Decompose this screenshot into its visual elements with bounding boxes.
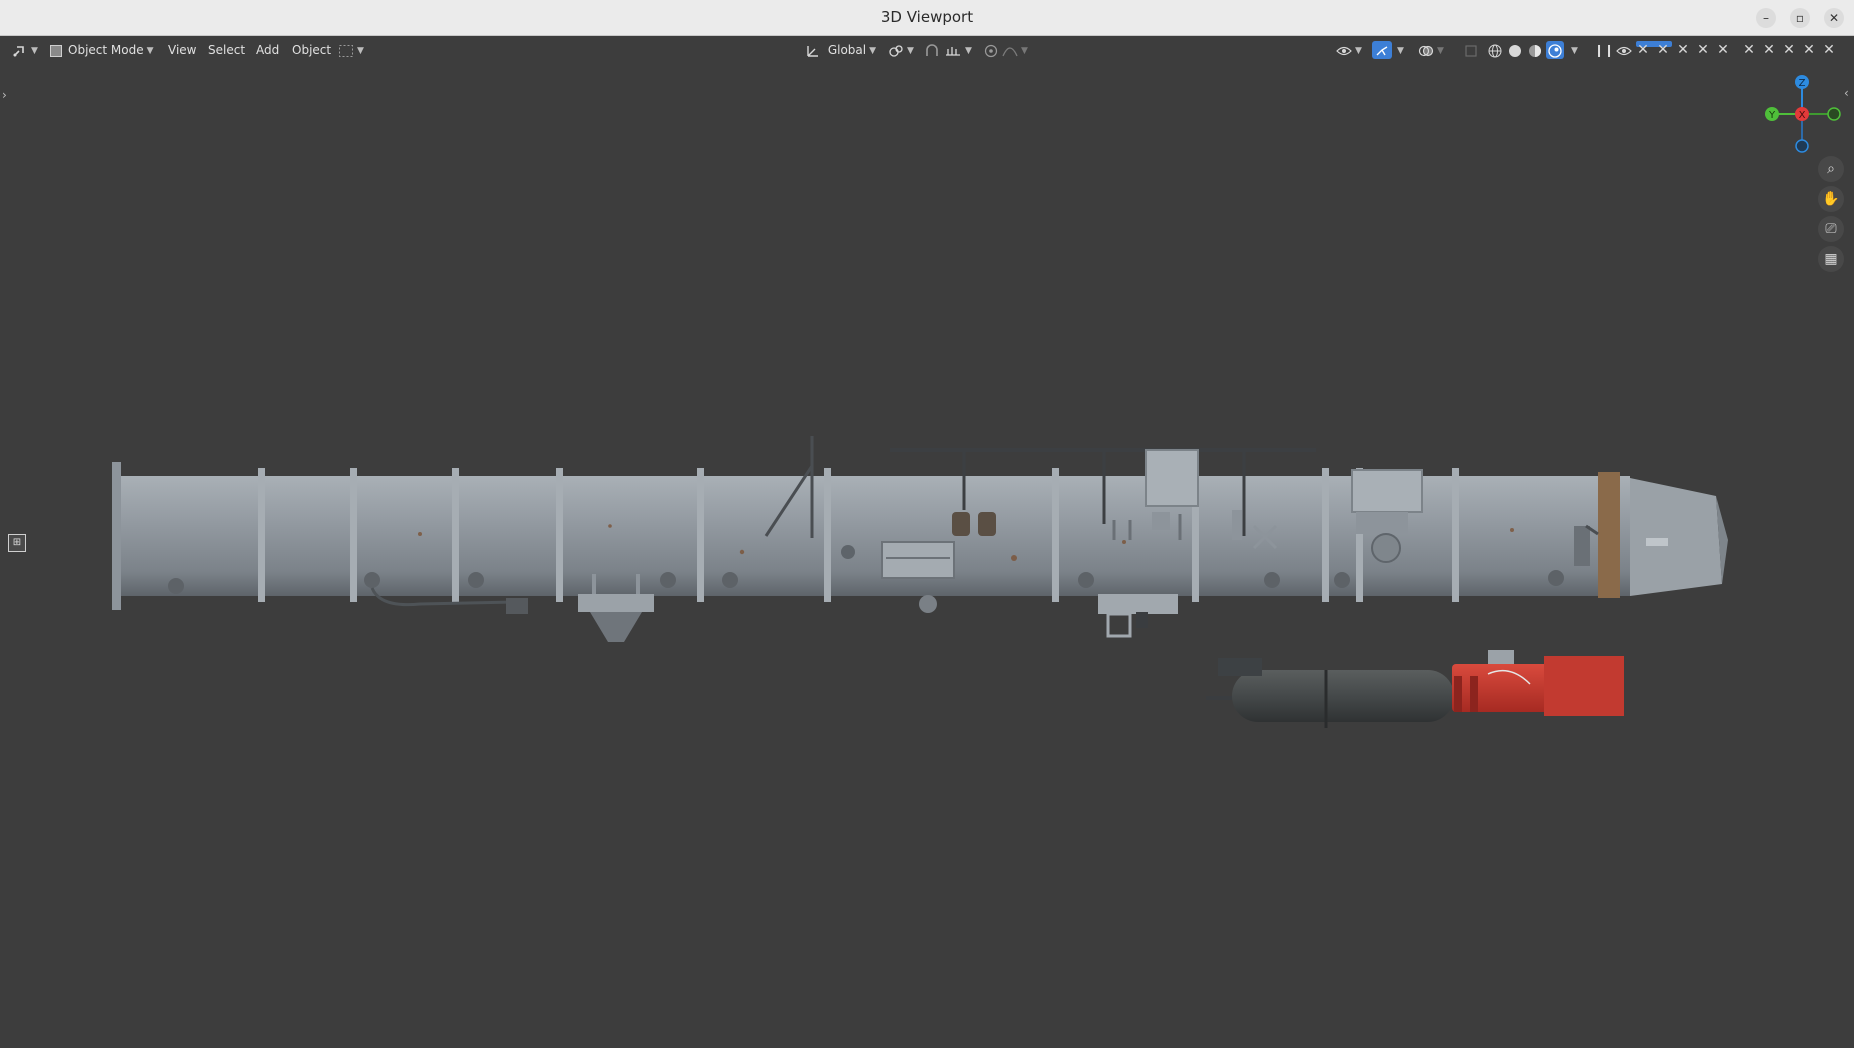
orientation-axes-icon xyxy=(807,45,818,57)
object-visibility-toggle[interactable] xyxy=(1616,41,1632,59)
toggle-x-9[interactable]: ✕ xyxy=(1802,43,1816,57)
tank-mount xyxy=(1218,658,1262,676)
pivot-icon xyxy=(889,44,903,57)
chevron-down-icon: ▼ xyxy=(31,45,38,56)
copper-band xyxy=(1598,472,1620,598)
window-title: 3D Viewport xyxy=(880,8,974,26)
chevron-down-icon: ▼ xyxy=(1571,45,1578,56)
toggle-x-10[interactable]: ✕ xyxy=(1822,43,1836,57)
select-box-mode[interactable]: ▼ xyxy=(338,41,364,59)
snap-icon xyxy=(926,43,938,56)
chevron-down-icon: ▼ xyxy=(146,45,154,56)
hatch xyxy=(841,545,855,559)
toggle-x-3[interactable]: ✕ xyxy=(1676,43,1690,57)
pivot-point-selector[interactable]: ▼ xyxy=(888,41,914,59)
chevron-down-icon: ▼ xyxy=(1397,45,1404,56)
viewport-header: ▼ Object Mode ▼ View Select Add Object ▼ … xyxy=(0,36,1854,64)
bracket-clamp xyxy=(1136,612,1148,628)
orientation-label: Global xyxy=(827,43,867,57)
xray-toggle[interactable] xyxy=(1464,41,1478,59)
snap-toggle[interactable] xyxy=(924,41,940,59)
chevron-down-icon: ▼ xyxy=(1021,45,1028,56)
toggle-x-1[interactable]: ✕ xyxy=(1636,43,1650,57)
close-button[interactable]: ✕ xyxy=(1824,8,1844,28)
red-motor-housing xyxy=(1544,656,1624,716)
chevron-down-icon: ▼ xyxy=(869,45,877,56)
menu-add[interactable]: Add xyxy=(252,41,283,59)
toggle-x-7[interactable]: ✕ xyxy=(1762,43,1776,57)
pause-icon[interactable]: ❙❙ xyxy=(1594,41,1614,59)
transform-orientation-selector[interactable]: Global ▼ xyxy=(806,41,876,59)
snap-target-selector[interactable]: ▼ xyxy=(944,41,972,59)
chevron-down-icon: ▼ xyxy=(1437,45,1444,56)
hopper-top xyxy=(578,594,654,612)
toggle-x-8[interactable]: ✕ xyxy=(1782,43,1796,57)
control-box xyxy=(1145,449,1199,507)
xray-icon xyxy=(1465,44,1477,57)
shading-wireframe[interactable] xyxy=(1488,41,1502,59)
blender-window: 3D Viewport – ▫ ✕ ▼ Object Mode ▼ View Se… xyxy=(0,0,1854,1048)
end-flange xyxy=(112,462,121,610)
menu-view[interactable]: View xyxy=(164,41,200,59)
editor-type-icon xyxy=(13,45,24,57)
menu-select[interactable]: Select xyxy=(204,41,249,59)
overlay-toggle[interactable]: ▼ xyxy=(1418,41,1444,59)
eye-icon xyxy=(1616,46,1632,55)
proportional-falloff-selector[interactable]: ▼ xyxy=(1002,41,1028,59)
rendered-shading-icon xyxy=(1548,43,1562,58)
gizmo-dropdown[interactable]: ▼ xyxy=(1394,41,1404,59)
menu-object[interactable]: Object xyxy=(288,41,335,59)
title-bar: 3D Viewport – ▫ ✕ xyxy=(0,0,1854,36)
chevron-down-icon: ▼ xyxy=(965,45,972,56)
proportional-editing-icon xyxy=(984,44,998,57)
falloff-curve-icon xyxy=(1002,46,1018,56)
proportional-editing-toggle[interactable] xyxy=(984,41,998,59)
object-mode-icon xyxy=(50,44,62,57)
nose-cone xyxy=(1630,478,1722,596)
bracket-frame xyxy=(1106,612,1132,638)
toggle-x-5[interactable]: ✕ xyxy=(1716,43,1730,57)
overlay-icon xyxy=(1418,45,1434,56)
equipment-box xyxy=(1351,469,1423,513)
toggle-x-4[interactable]: ✕ xyxy=(1696,43,1710,57)
nose-fitting xyxy=(1646,538,1668,546)
nose-latch xyxy=(1574,526,1590,566)
shading-solid[interactable] xyxy=(1508,41,1522,59)
3d-viewport[interactable]: › ‹ ⊞ Z Y X ⌕ ✋ ⎚ ▦ xyxy=(0,64,1854,1048)
minimize-button[interactable]: – xyxy=(1756,8,1776,28)
shading-options-dropdown[interactable]: ▼ xyxy=(1568,41,1578,59)
select-box-icon xyxy=(339,44,353,57)
rocket-tube-model[interactable] xyxy=(0,64,1854,1048)
toggle-x-2[interactable]: ✕ xyxy=(1656,43,1670,57)
maximize-button[interactable]: ▫ xyxy=(1790,8,1810,28)
snap-increment-icon xyxy=(946,46,960,56)
motor-cap xyxy=(1488,650,1514,664)
shading-rendered[interactable] xyxy=(1546,41,1564,59)
vent-pipe xyxy=(1232,510,1242,540)
wireframe-shading-icon xyxy=(1488,44,1502,57)
pipe-fitting xyxy=(506,598,528,614)
chevron-down-icon: ▼ xyxy=(1355,45,1362,56)
mode-selector[interactable]: Object Mode ▼ xyxy=(50,41,154,59)
gizmo-icon xyxy=(1376,45,1388,55)
material-shading-icon xyxy=(1529,44,1541,57)
center-mount-box xyxy=(881,541,955,579)
visibility-selector[interactable]: ▼ xyxy=(1336,41,1362,59)
solid-shading-icon xyxy=(1509,44,1521,57)
shading-material[interactable] xyxy=(1528,41,1542,59)
center-valve-wheel xyxy=(919,595,937,613)
visibility-icon xyxy=(1336,46,1352,55)
toggle-x-6[interactable]: ✕ xyxy=(1742,43,1756,57)
editor-type-selector[interactable]: ▼ xyxy=(12,41,38,59)
right-bracket xyxy=(1098,594,1178,614)
mode-label: Object Mode xyxy=(68,43,144,57)
chevron-down-icon: ▼ xyxy=(357,45,364,56)
chevron-down-icon: ▼ xyxy=(907,45,914,56)
hopper-cone xyxy=(590,612,642,642)
equipment-dial xyxy=(1371,533,1401,563)
gizmo-toggle[interactable] xyxy=(1372,41,1392,59)
gas-tank xyxy=(1232,670,1454,722)
